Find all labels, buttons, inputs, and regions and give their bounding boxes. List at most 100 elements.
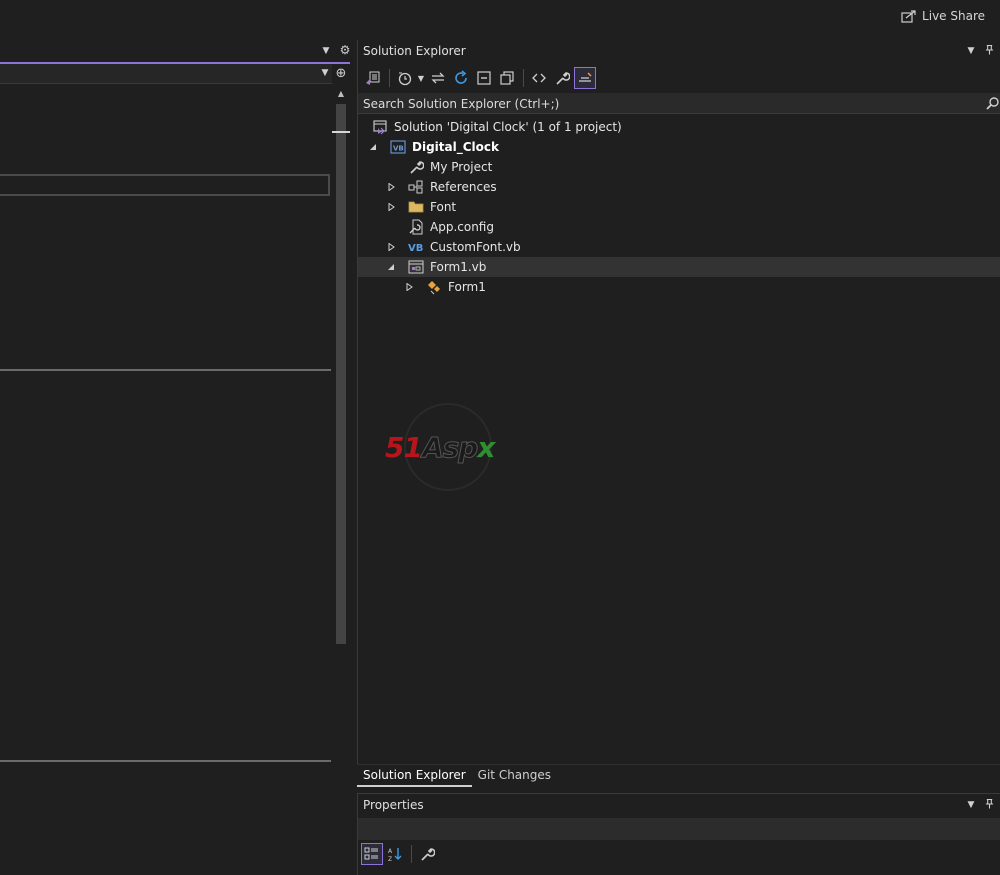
toolbar-separator bbox=[411, 845, 412, 863]
scroll-thumb[interactable] bbox=[336, 104, 346, 644]
preview-selected-items-button[interactable] bbox=[574, 67, 596, 89]
scroll-position-marker bbox=[332, 131, 350, 133]
watermark-logo: 51Aspx bbox=[385, 403, 515, 493]
references-icon bbox=[408, 179, 424, 195]
properties-panel: Properties ▼ AZ bbox=[357, 793, 1000, 875]
form-icon bbox=[408, 259, 424, 275]
switch-views-button[interactable] bbox=[362, 67, 384, 89]
show-all-files-button[interactable] bbox=[496, 67, 518, 89]
collapsed-triangle-icon[interactable] bbox=[404, 282, 414, 292]
expanded-triangle-icon[interactable] bbox=[386, 262, 396, 272]
sort-az-icon: AZ bbox=[388, 848, 402, 862]
svg-text:Z: Z bbox=[388, 856, 392, 862]
solution-icon bbox=[372, 119, 388, 135]
alphabetical-button[interactable]: AZ bbox=[384, 843, 406, 865]
tree-label: References bbox=[430, 180, 497, 194]
collapsed-triangle-icon[interactable] bbox=[386, 202, 396, 212]
show-all-files-icon bbox=[500, 71, 514, 85]
divider-line bbox=[0, 369, 331, 371]
scroll-up-icon[interactable]: ▲ bbox=[336, 90, 346, 98]
tree-label: Font bbox=[430, 200, 457, 214]
property-pages-button[interactable] bbox=[416, 843, 438, 865]
pin-icon[interactable] bbox=[983, 798, 995, 812]
svg-text:VB: VB bbox=[408, 243, 423, 254]
pin-icon[interactable] bbox=[983, 44, 995, 58]
collapse-all-icon bbox=[477, 71, 491, 85]
collapsed-triangle-icon[interactable] bbox=[386, 182, 396, 192]
tree-label: Form1 bbox=[448, 280, 486, 294]
wrench-icon bbox=[408, 159, 424, 175]
nav-dropdown-icon[interactable]: ▼ bbox=[319, 68, 331, 80]
split-editor-icon[interactable]: ⊕ bbox=[334, 66, 348, 82]
search-input[interactable] bbox=[358, 93, 978, 114]
refresh-icon bbox=[455, 70, 467, 84]
tab-solution-explorer[interactable]: Solution Explorer bbox=[357, 765, 472, 787]
tree-row-project[interactable]: VB Digital_Clock bbox=[358, 137, 1000, 157]
preview-icon bbox=[579, 72, 592, 82]
tree-row-form1[interactable]: Form1 bbox=[358, 277, 1000, 297]
tab-git-changes[interactable]: Git Changes bbox=[472, 765, 557, 787]
panel-options-icon[interactable]: ▼ bbox=[965, 798, 977, 812]
vb-file-icon: VB bbox=[408, 239, 424, 255]
share-icon bbox=[901, 10, 916, 23]
tree-row-customfont[interactable]: VB CustomFont.vb bbox=[358, 237, 1000, 257]
sync-active-document-button[interactable] bbox=[427, 67, 449, 89]
panel-options-icon[interactable]: ▼ bbox=[965, 44, 977, 58]
categorized-icon bbox=[364, 847, 378, 860]
navigation-bar[interactable] bbox=[0, 64, 332, 84]
live-share-button[interactable]: Live Share bbox=[901, 7, 985, 25]
title-bar: Live Share bbox=[0, 0, 1000, 40]
categorized-button[interactable] bbox=[361, 843, 383, 865]
svg-text:VB: VB bbox=[393, 145, 404, 153]
chevron-down-icon[interactable]: ▼ bbox=[417, 67, 425, 89]
wrench-icon bbox=[556, 72, 570, 85]
divider-line bbox=[0, 760, 331, 762]
expanded-triangle-icon[interactable] bbox=[368, 142, 378, 152]
editor-scrollbar[interactable]: ▲ bbox=[334, 88, 348, 875]
tree-label: CustomFont.vb bbox=[430, 240, 521, 254]
tree-label: App.config bbox=[430, 220, 494, 234]
pending-changes-filter-button[interactable] bbox=[394, 67, 416, 89]
folder-icon bbox=[408, 199, 424, 215]
panel-title: Solution Explorer bbox=[363, 44, 466, 58]
object-selector[interactable] bbox=[358, 818, 1000, 840]
wrench-icon bbox=[421, 848, 435, 861]
gear-icon[interactable]: ⚙ bbox=[338, 43, 352, 57]
toolbar-separator bbox=[389, 69, 390, 87]
tree-row-form1-vb[interactable]: Form1.vb bbox=[358, 257, 1000, 277]
search-icon[interactable] bbox=[986, 96, 1000, 110]
class-icon bbox=[426, 279, 442, 295]
watermark-text: 51Aspx bbox=[385, 431, 495, 465]
properties-button[interactable] bbox=[551, 67, 573, 89]
editor-tabstrip: ▼ ⚙ bbox=[0, 40, 352, 64]
solution-explorer-toolbar: ▼ bbox=[358, 64, 1000, 92]
refresh-button[interactable] bbox=[450, 67, 472, 89]
tree-label: Solution 'Digital Clock' (1 of 1 project… bbox=[394, 120, 622, 134]
editor-pane: ▼ ⚙ ▼ ⊕ ▲ bbox=[0, 40, 356, 875]
panel-title: Properties bbox=[363, 798, 424, 812]
tree-row-app-config[interactable]: App.config bbox=[358, 217, 1000, 237]
search-box bbox=[358, 93, 1000, 114]
switch-views-icon bbox=[366, 71, 380, 85]
svg-text:A: A bbox=[388, 848, 393, 855]
properties-toolbar: AZ bbox=[361, 842, 439, 866]
tab-list-dropdown[interactable]: ▼ bbox=[320, 45, 332, 57]
sync-arrows-icon bbox=[431, 72, 445, 84]
collapsed-triangle-icon[interactable] bbox=[386, 242, 396, 252]
tree-label: Digital_Clock bbox=[412, 140, 499, 154]
tree-label: Form1.vb bbox=[430, 260, 487, 274]
tree-row-font[interactable]: Font bbox=[358, 197, 1000, 217]
config-icon bbox=[408, 219, 424, 235]
code-brackets-icon bbox=[532, 73, 546, 83]
view-code-button[interactable] bbox=[528, 67, 550, 89]
code-line-highlight bbox=[0, 174, 330, 196]
tree-row-my-project[interactable]: My Project bbox=[358, 157, 1000, 177]
vb-project-icon: VB bbox=[390, 139, 406, 155]
tree-row-solution[interactable]: Solution 'Digital Clock' (1 of 1 project… bbox=[358, 117, 1000, 137]
collapse-all-button[interactable] bbox=[473, 67, 495, 89]
tree-label: My Project bbox=[430, 160, 493, 174]
tree-row-references[interactable]: References bbox=[358, 177, 1000, 197]
live-share-label: Live Share bbox=[922, 9, 985, 23]
toolbar-separator bbox=[523, 69, 524, 87]
tool-window-tabs: Solution Explorer Git Changes bbox=[357, 764, 1000, 787]
